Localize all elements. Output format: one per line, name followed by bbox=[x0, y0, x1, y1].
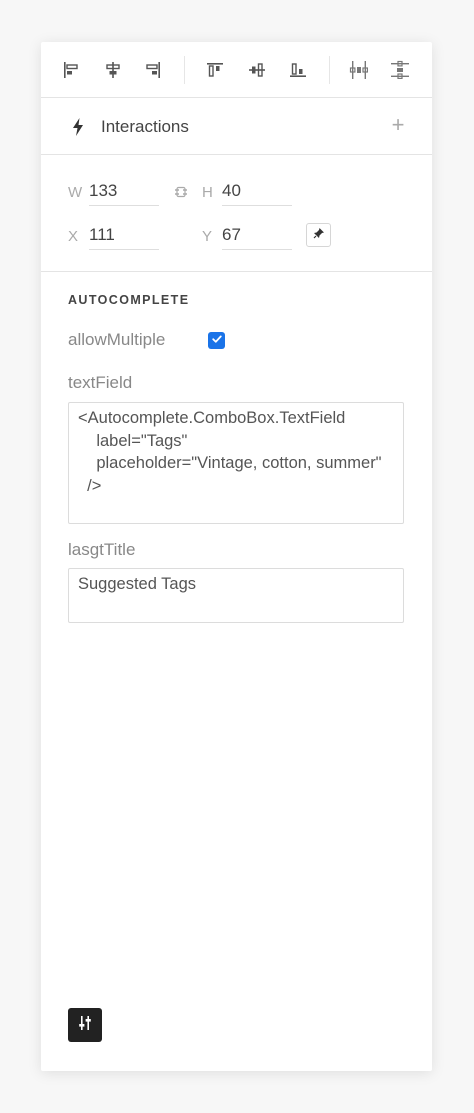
x-label: X bbox=[68, 228, 79, 245]
align-right-icon[interactable] bbox=[141, 58, 165, 82]
pin-icon bbox=[313, 226, 325, 244]
pin-position-button[interactable] bbox=[306, 223, 331, 247]
sliders-icon bbox=[77, 1015, 93, 1036]
add-interaction-button[interactable]: + bbox=[388, 114, 408, 136]
list-title-input[interactable]: Suggested Tags bbox=[68, 568, 404, 623]
interactions-row[interactable]: Interactions + bbox=[41, 99, 432, 155]
toolbar-divider bbox=[184, 56, 185, 84]
allow-multiple-label: allowMultiple bbox=[68, 330, 166, 349]
toolbar-divider bbox=[329, 56, 330, 84]
align-center-horizontal-icon[interactable] bbox=[101, 58, 125, 82]
text-field-input[interactable]: <Autocomplete.ComboBox.TextField label="… bbox=[68, 402, 404, 524]
dimensions-section: W 133 H 40 X 111 Y 67 bbox=[41, 156, 432, 272]
section-title: AUTOCOMPLETE bbox=[68, 293, 190, 307]
lightning-icon bbox=[71, 118, 85, 136]
checkmark-icon bbox=[211, 332, 223, 350]
settings-toggle-button[interactable] bbox=[68, 1008, 102, 1042]
height-field[interactable]: 40 bbox=[222, 176, 292, 206]
list-title-label: lasgtTitle bbox=[68, 540, 136, 559]
interactions-label: Interactions bbox=[101, 117, 189, 136]
width-label: W bbox=[68, 184, 83, 201]
allow-multiple-checkbox[interactable] bbox=[208, 332, 225, 349]
distribute-horizontal-icon[interactable] bbox=[347, 58, 371, 82]
align-top-icon[interactable] bbox=[203, 58, 227, 82]
alignment-toolbar bbox=[41, 42, 432, 98]
y-label: Y bbox=[202, 228, 213, 245]
align-middle-vertical-icon[interactable] bbox=[245, 58, 269, 82]
align-left-icon[interactable] bbox=[59, 58, 83, 82]
y-field[interactable]: 67 bbox=[222, 220, 292, 250]
width-field[interactable]: 133 bbox=[89, 176, 159, 206]
link-dimensions-icon[interactable] bbox=[173, 184, 189, 205]
text-field-label: textField bbox=[68, 373, 133, 392]
align-bottom-icon[interactable] bbox=[286, 58, 310, 82]
distribute-vertical-icon[interactable] bbox=[388, 58, 412, 82]
x-field[interactable]: 111 bbox=[89, 220, 159, 250]
properties-panel: Interactions + W 133 H 40 X 111 Y 67 AUT… bbox=[41, 42, 432, 1071]
height-label: H bbox=[202, 184, 213, 201]
